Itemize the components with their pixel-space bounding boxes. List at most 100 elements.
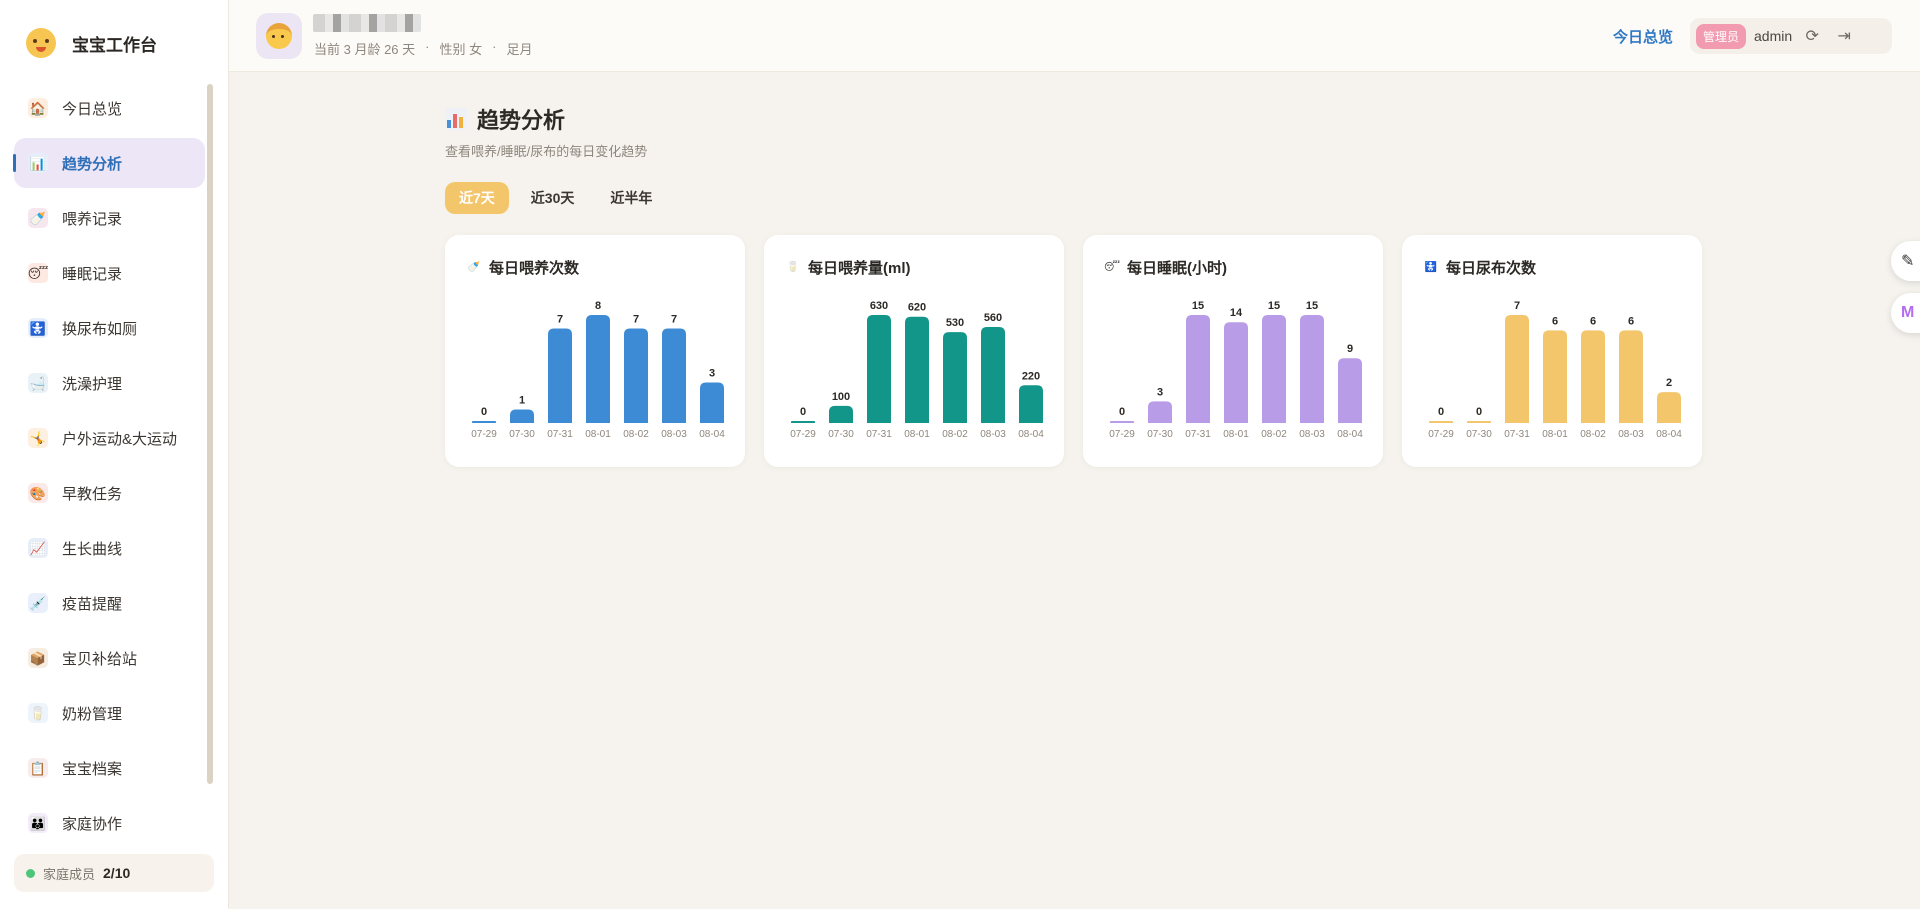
chart-bar[interactable] [791, 421, 815, 423]
sidebar-item-label: 洗澡护理 [62, 375, 123, 393]
bar-chart-svg: 0 07-29 3 07-30 15 07-31 14 08-01 15 08-02 15 08-03… [1109, 300, 1363, 440]
chart-bar[interactable] [1429, 421, 1453, 423]
chart-bar[interactable] [510, 409, 534, 424]
chart-bar[interactable] [1148, 401, 1172, 423]
chart-bar[interactable] [1619, 330, 1643, 423]
chart-bar[interactable] [1543, 330, 1567, 423]
chart-bar[interactable] [700, 382, 724, 424]
chart-bar[interactable] [1338, 358, 1362, 423]
x-tick-label: 08-02 [942, 429, 968, 440]
chart-bar[interactable] [624, 328, 648, 424]
sidebar-item[interactable]: 📊 趋势分析 [13, 138, 205, 188]
baby-meta: 当前 3 月龄 26 天 · 性别 女 · 足月 [314, 39, 532, 58]
x-tick-label: 07-31 [866, 429, 892, 440]
sidebar-scrollbar[interactable] [207, 84, 213, 784]
x-tick-label: 08-04 [1656, 429, 1682, 440]
chart-bar[interactable] [662, 328, 686, 424]
x-tick-label: 08-02 [623, 429, 649, 440]
chart-bar[interactable] [829, 405, 853, 423]
logout-icon[interactable]: ⇥ [1832, 24, 1856, 48]
chart-card: 🥛 每日喂养量(ml) 0 07-29 100 07-30 630 07-31 620 08-01… [764, 235, 1064, 467]
chart-bar[interactable] [472, 421, 496, 423]
x-tick-label: 08-01 [1542, 429, 1568, 440]
sidebar-item-label: 早教任务 [62, 485, 123, 503]
sidebar-item[interactable]: 📈 生长曲线 [14, 523, 205, 573]
bar-value-label: 0 [1119, 406, 1125, 418]
x-tick-label: 07-31 [1185, 429, 1211, 440]
sidebar-item-label: 今日总览 [62, 100, 123, 118]
today-overview-link[interactable]: 今日总览 [1613, 26, 1673, 47]
baby-avatar[interactable] [256, 13, 302, 59]
family-members-count: 2/10 [103, 865, 131, 881]
chart-bar[interactable] [1110, 421, 1134, 423]
bar-value-label: 3 [709, 368, 715, 380]
chart-bar[interactable] [943, 332, 967, 423]
bar-value-label: 14 [1230, 307, 1243, 319]
chart-bar[interactable] [1581, 330, 1605, 423]
x-tick-label: 07-31 [547, 429, 573, 440]
chart-bar[interactable] [1300, 315, 1324, 423]
bar-value-label: 0 [1476, 406, 1482, 418]
chart-bar[interactable] [1505, 315, 1529, 423]
x-tick-label: 07-29 [790, 429, 816, 440]
family-members-status[interactable]: 家庭成员 2/10 [14, 854, 214, 892]
chart-bar[interactable] [905, 316, 929, 423]
x-tick-label: 07-29 [1109, 429, 1135, 440]
range-tab[interactable]: 近7天 [445, 182, 509, 214]
chat-assist-icon[interactable]: ✎ [1891, 241, 1920, 281]
sidebar-item[interactable]: 🛁 洗澡护理 [14, 358, 205, 408]
sidebar-item[interactable]: 🎨 早教任务 [14, 468, 205, 518]
baby-icon: 🚼 [28, 318, 48, 338]
sidebar-item[interactable]: 🚼 换尿布如厕 [14, 303, 205, 353]
bar-value-label: 530 [946, 317, 964, 329]
sidebar-item[interactable]: 📋 宝宝档案 [14, 743, 205, 793]
sidebar-item-label: 生长曲线 [62, 540, 123, 558]
x-tick-label: 08-02 [1580, 429, 1606, 440]
bar-value-label: 560 [984, 312, 1002, 324]
sidebar-item[interactable]: 💉 疫苗提醒 [14, 578, 205, 628]
refresh-icon[interactable]: ⟳ [1800, 24, 1824, 48]
sidebar-item[interactable]: 🥛 奶粉管理 [14, 688, 205, 738]
chart-bar[interactable] [1657, 392, 1681, 423]
bottle-icon: 🍼 [467, 262, 481, 273]
clipboard-icon: 📋 [28, 758, 48, 778]
range-tab[interactable]: 近30天 [517, 182, 589, 214]
chart-bar[interactable] [1467, 421, 1491, 423]
chart-bar[interactable] [586, 315, 610, 423]
x-tick-label: 08-03 [980, 429, 1006, 440]
chart-bar[interactable] [1019, 385, 1043, 423]
sidebar-item-label: 喂养记录 [62, 210, 123, 228]
chart-bar[interactable] [867, 315, 891, 423]
baby-face-logo-icon [26, 28, 56, 58]
sidebar-item[interactable]: 👪 家庭协作 [14, 798, 205, 848]
x-tick-label: 08-03 [1299, 429, 1325, 440]
chart-bar[interactable] [981, 327, 1005, 423]
sidebar-item-label: 户外运动&大运动 [62, 430, 178, 448]
bar-value-label: 15 [1306, 300, 1318, 312]
chart-title: 🍼 每日喂养次数 [467, 257, 579, 278]
sidebar-item[interactable]: 🤸 户外运动&大运动 [14, 413, 205, 463]
page-title: 趋势分析 [445, 103, 565, 135]
chart-bar[interactable] [548, 328, 572, 424]
sidebar-item[interactable]: 🍼 喂养记录 [14, 193, 205, 243]
chart-bar[interactable] [1262, 315, 1286, 423]
growth-icon: 📈 [28, 538, 48, 558]
chart-bar[interactable] [1186, 315, 1210, 423]
x-tick-label: 07-29 [471, 429, 497, 440]
baby-gender: 性别 女 [439, 42, 483, 57]
baby-term: 足月 [506, 42, 533, 57]
range-tab[interactable]: 近半年 [596, 182, 666, 214]
meta-separator: · [425, 39, 430, 54]
x-tick-label: 08-04 [1018, 429, 1044, 440]
sidebar-item[interactable]: 📦 宝贝补给站 [14, 633, 205, 683]
sidebar-item[interactable]: 🏠 今日总览 [14, 83, 205, 133]
ai-assistant-icon[interactable]: M [1891, 293, 1920, 333]
chart-bar[interactable] [1224, 322, 1248, 423]
bar-chart: 0 07-29 3 07-30 15 07-31 14 08-01 15 08-02 15 08-03… [1101, 283, 1369, 453]
sidebar-item[interactable]: 😴 睡眠记录 [14, 248, 205, 298]
syringe-icon: 💉 [28, 593, 48, 613]
brand[interactable]: 宝宝工作台 [26, 28, 157, 58]
bar-value-label: 6 [1590, 315, 1596, 327]
chart-icon: 📊 [28, 153, 48, 173]
brand-title: 宝宝工作台 [72, 35, 157, 55]
